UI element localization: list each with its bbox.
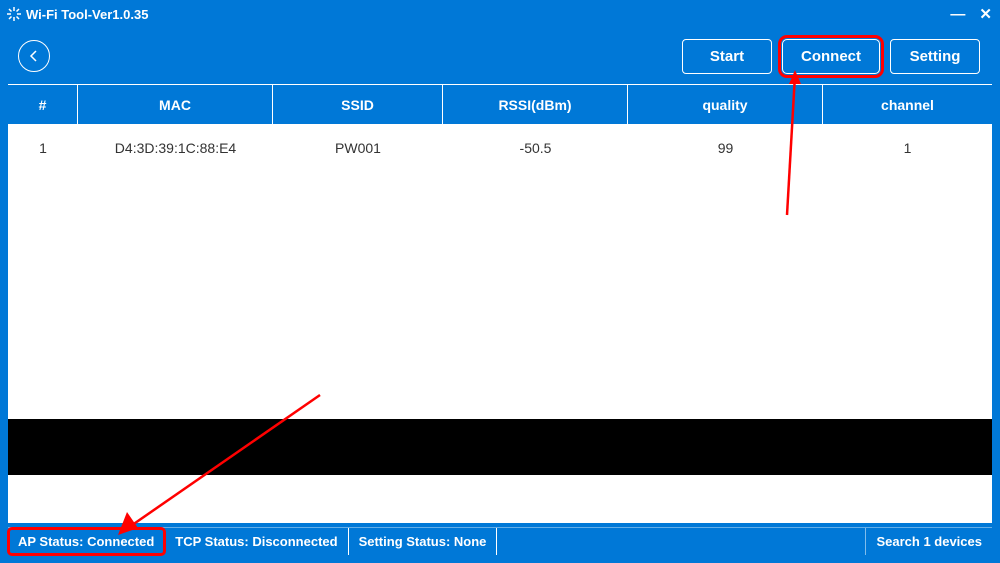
titlebar: Wi-Fi Tool-Ver1.0.35 — ✕ xyxy=(0,0,1000,28)
table-body: 1 D4:3D:39:1C:88:E4 PW001 -50.5 99 1 xyxy=(8,124,992,419)
setting-button[interactable]: Setting xyxy=(890,39,980,74)
header-rssi: RSSI(dBm) xyxy=(443,85,628,124)
connect-button[interactable]: Connect xyxy=(782,39,880,74)
table-row[interactable]: 1 D4:3D:39:1C:88:E4 PW001 -50.5 99 1 xyxy=(8,124,992,172)
cell-ssid: PW001 xyxy=(273,124,443,172)
ap-status: AP Status: Connected xyxy=(8,528,165,555)
header-mac: MAC xyxy=(78,85,273,124)
white-gap xyxy=(8,475,992,523)
close-button[interactable]: ✕ xyxy=(979,7,992,22)
tcp-status: TCP Status: Disconnected xyxy=(165,528,348,555)
device-table: # MAC SSID RSSI(dBm) quality channel 1 D… xyxy=(8,84,992,523)
setting-status: Setting Status: None xyxy=(349,528,498,555)
content-area: Start Connect Setting # MAC SSID RSSI(dB… xyxy=(8,28,992,523)
black-bar xyxy=(8,419,992,475)
app-icon xyxy=(6,6,22,22)
cell-channel: 1 xyxy=(823,124,992,172)
window-title: Wi-Fi Tool-Ver1.0.35 xyxy=(26,7,148,22)
start-button[interactable]: Start xyxy=(682,39,772,74)
header-channel: channel xyxy=(823,85,992,124)
back-button[interactable] xyxy=(18,40,50,72)
cell-num: 1 xyxy=(8,124,78,172)
cell-rssi: -50.5 xyxy=(443,124,628,172)
device-count: Search 1 devices xyxy=(865,528,992,555)
statusbar: AP Status: Connected TCP Status: Disconn… xyxy=(8,527,992,555)
header-ssid: SSID xyxy=(273,85,443,124)
toolbar: Start Connect Setting xyxy=(8,28,992,84)
table-header: # MAC SSID RSSI(dBm) quality channel xyxy=(8,84,992,124)
header-num: # xyxy=(8,85,78,124)
header-quality: quality xyxy=(628,85,823,124)
cell-mac: D4:3D:39:1C:88:E4 xyxy=(78,124,273,172)
minimize-button[interactable]: — xyxy=(950,7,965,22)
cell-quality: 99 xyxy=(628,124,823,172)
